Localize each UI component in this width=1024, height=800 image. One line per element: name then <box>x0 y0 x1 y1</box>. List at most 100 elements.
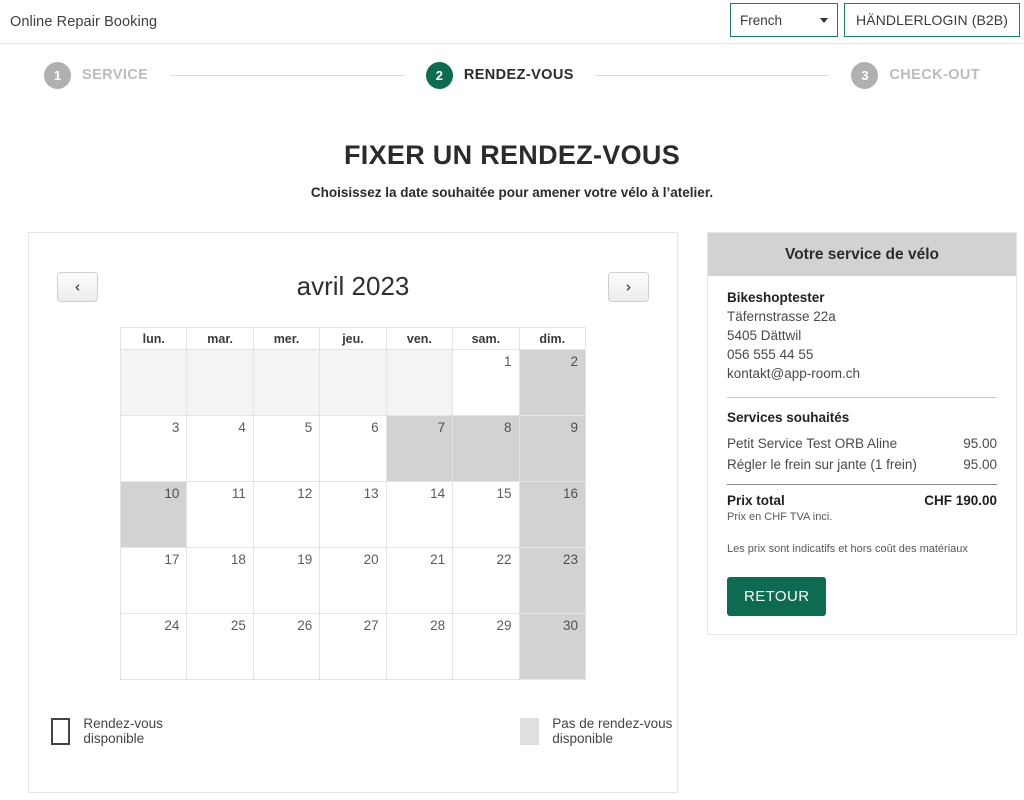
vat-note: Prix en CHF TVA inci. <box>727 511 833 523</box>
stepper-step-number: 3 <box>851 61 879 89</box>
calendar-day-cell[interactable]: 6 <box>319 415 387 482</box>
calendar-weekday-header-row: lun. mar. mer. jeu. ven. sam. dim. <box>119 327 587 350</box>
calendar-day-cell[interactable]: 3 <box>119 415 188 482</box>
calendar-day-cell[interactable]: 25 <box>186 613 254 680</box>
calendar-weekday: jeu. <box>319 327 387 350</box>
service-price: 95.00 <box>963 436 997 451</box>
calendar-day-cell: 7 <box>385 415 454 482</box>
calendar-day-cell[interactable]: 13 <box>319 481 387 548</box>
legend-item-available: Rendez-vous disponible <box>51 716 179 746</box>
calendar-day-cell: 2 <box>518 349 587 416</box>
calendar-day-cell[interactable]: 27 <box>319 613 387 680</box>
stepper-step-label: CHECK-OUT <box>889 67 981 83</box>
calendar-day-cell[interactable]: 21 <box>385 547 454 614</box>
calendar-weekday: ven. <box>385 327 454 350</box>
dealer-login-button[interactable]: HÄNDLERLOGIN (B2B) <box>844 3 1020 37</box>
calendar-day-cell[interactable]: 4 <box>186 415 254 482</box>
top-bar-actions: French HÄNDLERLOGIN (B2B) <box>730 3 1020 37</box>
calendar-week-row: 17 18 19 20 21 22 23 <box>119 547 587 614</box>
main-content: ‹ avril 2023 › lun. mar. mer. jeu. ven. … <box>0 232 1024 793</box>
service-name: Petit Service Test ORB Aline <box>727 436 898 451</box>
calendar-day-cell[interactable]: 17 <box>119 547 188 614</box>
calendar-day-cell[interactable]: 11 <box>186 481 254 548</box>
calendar-day-cell[interactable]: 26 <box>252 613 321 680</box>
shop-name: Bikeshoptester <box>727 290 825 305</box>
page-title: FIXER UN RENDEZ-VOUS <box>343 140 681 170</box>
calendar-month-label: avril 2023 <box>296 271 410 301</box>
calendar-weekday: sam. <box>452 327 520 350</box>
legend-swatch-unavailable <box>520 717 540 745</box>
service-summary-panel: Votre service de vélo Bikeshoptester Täf… <box>707 232 1017 635</box>
service-line-item: Régler le frein sur jante (1 frein) 95.0… <box>727 454 997 475</box>
calendar-day-cell[interactable]: 14 <box>385 481 454 548</box>
language-select-value: French <box>740 12 783 28</box>
calendar-weekday: lun. <box>119 327 188 350</box>
back-button[interactable]: RETOUR <box>727 577 827 616</box>
calendar-weekday: dim. <box>518 327 587 350</box>
divider <box>727 397 997 398</box>
calendar-table: lun. mar. mer. jeu. ven. sam. dim. 1 2 3… <box>119 327 587 680</box>
calendar-day-cell: 8 <box>452 415 520 482</box>
stepper-connector-2 <box>595 74 830 76</box>
calendar-week-row: 3 4 5 6 7 8 9 <box>119 415 587 482</box>
stepper-connector-1 <box>170 74 404 76</box>
calendar-week-row: 10 11 12 13 14 15 16 <box>119 481 587 548</box>
calendar-day-cell[interactable]: 24 <box>119 613 188 680</box>
service-price: 95.00 <box>963 457 997 472</box>
calendar-day-cell[interactable]: 20 <box>319 547 387 614</box>
calendar-legend: Rendez-vous disponible Pas de rendez-vou… <box>51 716 677 746</box>
stepper-step-number: 2 <box>425 61 453 89</box>
legend-swatch-available <box>51 717 71 745</box>
calendar-navigation: ‹ avril 2023 › <box>29 233 677 302</box>
shop-phone: 056 555 44 55 <box>727 347 814 362</box>
progress-stepper: 1 SERVICE 2 RENDEZ-VOUS 3 CHECK-OUT <box>0 44 1024 106</box>
calendar-day-cell: 9 <box>518 415 587 482</box>
total-label: Prix total <box>727 493 785 508</box>
calendar-next-month-button[interactable]: › <box>607 271 649 302</box>
stepper-step-label: SERVICE <box>82 67 149 83</box>
total-value: CHF 190.00 <box>924 493 997 508</box>
calendar-day-cell <box>319 349 387 416</box>
shop-email: kontakt@app-room.ch <box>727 366 861 381</box>
calendar-prev-month-button[interactable]: ‹ <box>57 271 98 302</box>
calendar-week-row: 1 2 <box>119 349 587 416</box>
calendar-day-cell <box>252 349 321 416</box>
legend-label-available: Rendez-vous disponible <box>83 716 163 746</box>
calendar-day-cell[interactable]: 29 <box>452 613 520 680</box>
price-disclaimer: Les prix sont indicatifs et hors coût de… <box>727 543 968 555</box>
legend-label-unavailable: Pas de rendez-vous disponible <box>552 716 673 746</box>
page-subtitle: Choisissez la date souhaitée pour amener… <box>310 185 714 200</box>
calendar-day-cell: 30 <box>518 613 587 680</box>
calendar-day-cell[interactable]: 19 <box>252 547 321 614</box>
calendar-weekday: mar. <box>186 327 254 350</box>
calendar-day-cell[interactable]: 28 <box>385 613 454 680</box>
service-line-item: Petit Service Test ORB Aline 95.00 <box>727 433 997 454</box>
shop-city: 5405 Dättwil <box>727 328 802 343</box>
calendar-day-cell[interactable]: 12 <box>252 481 321 548</box>
calendar-day-cell: 16 <box>518 481 587 548</box>
calendar-day-cell <box>385 349 454 416</box>
service-summary-body: Bikeshoptester Täfernstrasse 22a 5405 Dä… <box>708 276 1016 634</box>
calendar-day-cell[interactable]: 5 <box>252 415 321 482</box>
chevron-down-icon <box>820 17 829 23</box>
stepper-step-service[interactable]: 1 SERVICE <box>44 61 149 89</box>
calendar-day-cell <box>119 349 188 416</box>
service-name: Régler le frein sur jante (1 frein) <box>727 457 917 472</box>
calendar-day-cell[interactable]: 22 <box>452 547 520 614</box>
calendar-week-row: 24 25 26 27 28 29 30 <box>119 613 587 680</box>
calendar-body: 1 2 3 4 5 6 7 8 9 10 11 12 13 14 15 16 1… <box>119 349 587 680</box>
stepper-step-checkout[interactable]: 3 CHECK-OUT <box>851 61 981 89</box>
calendar-day-cell[interactable]: 15 <box>452 481 520 548</box>
calendar-weekday: mer. <box>252 327 321 350</box>
calendar-day-cell[interactable]: 18 <box>186 547 254 614</box>
calendar-card: ‹ avril 2023 › lun. mar. mer. jeu. ven. … <box>28 232 678 793</box>
calendar-day-cell[interactable]: 1 <box>452 349 520 416</box>
calendar-day-cell <box>186 349 254 416</box>
stepper-step-label: RENDEZ-VOUS <box>463 67 574 83</box>
total-divider <box>727 484 997 485</box>
shop-street: Täfernstrasse 22a <box>727 309 836 324</box>
service-summary-title: Votre service de vélo <box>708 233 1016 276</box>
language-select[interactable]: French <box>730 3 839 37</box>
stepper-step-rendezvous[interactable]: 2 RENDEZ-VOUS <box>425 61 574 89</box>
calendar-day-cell: 10 <box>119 481 188 548</box>
